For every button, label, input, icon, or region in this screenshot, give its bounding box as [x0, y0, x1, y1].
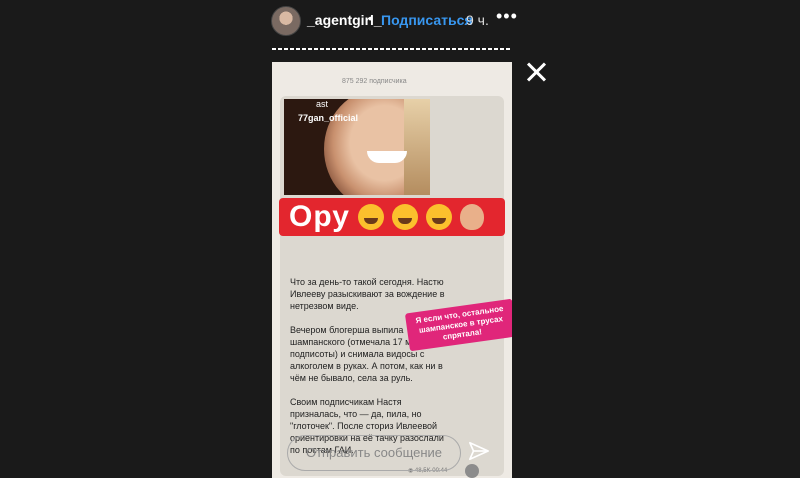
- close-icon[interactable]: [524, 60, 548, 84]
- story-time: 9 ч.: [466, 12, 489, 28]
- story-viewer: _agentgirl_ • Подписаться 9 ч. ••• 875 2…: [0, 0, 800, 478]
- story-content[interactable]: 875 292 подписчика ast 77gan_official Чт…: [272, 62, 512, 478]
- smile-image: [367, 151, 407, 163]
- video-user-2: 77gan_official: [298, 113, 359, 123]
- story-top-hint: 875 292 подписчика: [342, 78, 407, 85]
- reply-input[interactable]: Отправить сообщение: [287, 435, 461, 471]
- follow-button[interactable]: Подписаться: [381, 12, 473, 28]
- headline-banner: Ору: [279, 198, 505, 236]
- post-paragraph-1: Что за день-то такой сегодня. Настю Ивле…: [290, 277, 445, 311]
- more-options-icon[interactable]: •••: [496, 6, 518, 27]
- laughing-emoji-icon: [391, 204, 418, 230]
- story-progress-bar: [272, 48, 512, 50]
- headline-text: Ору: [289, 200, 350, 233]
- send-icon[interactable]: [468, 440, 490, 462]
- hair-image: [404, 99, 430, 195]
- separator-dot: •: [368, 10, 373, 26]
- laughing-emoji-icon: [357, 204, 384, 230]
- laughing-emoji-icon: [425, 204, 452, 230]
- video-user-1: ast: [316, 99, 329, 109]
- facepalm-emoji-icon: [459, 204, 484, 230]
- post-card: ast 77gan_official Что за день-то такой …: [280, 96, 512, 478]
- video-thumbnail: ast 77gan_official: [284, 99, 430, 195]
- avatar[interactable]: [271, 6, 301, 36]
- share-icon: [465, 464, 479, 478]
